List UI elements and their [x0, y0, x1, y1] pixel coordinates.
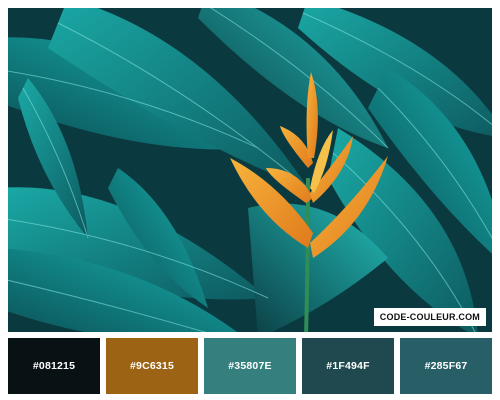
color-swatch[interactable]: #1F494F: [302, 338, 394, 394]
color-swatch[interactable]: #285F67: [400, 338, 492, 394]
color-swatch[interactable]: #35807E: [204, 338, 296, 394]
color-hex-label: #081215: [32, 360, 76, 372]
color-palette: #081215 #9C6315 #35807E #1F494F #285F67: [8, 338, 492, 394]
color-hex-label: #35807E: [228, 360, 272, 372]
color-hex-label: #1F494F: [326, 360, 370, 372]
color-swatch[interactable]: #9C6315: [106, 338, 198, 394]
palette-card: CODE-COULEUR.COM #081215 #9C6315 #35807E…: [0, 0, 500, 400]
color-swatch[interactable]: #081215: [8, 338, 100, 394]
tropical-leaves-image: CODE-COULEUR.COM: [8, 8, 492, 332]
color-hex-label: #9C6315: [129, 360, 175, 372]
watermark-label: CODE-COULEUR.COM: [373, 308, 486, 326]
color-hex-label: #285F67: [424, 360, 468, 372]
